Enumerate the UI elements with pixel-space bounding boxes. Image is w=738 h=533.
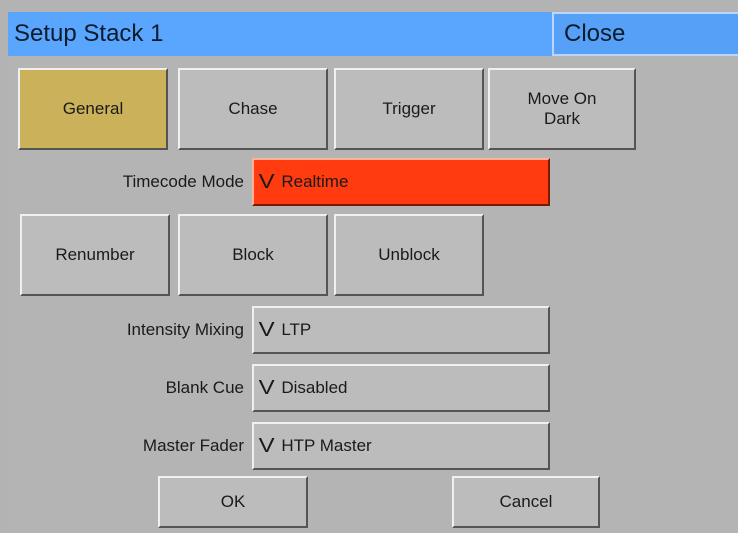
renumber-button-label: Renumber [55, 244, 135, 264]
timecode-mode-label: Timecode Mode [122, 172, 244, 191]
master-fader-dropdown[interactable]: V HTP Master [252, 422, 550, 470]
blank-cue-label: Blank Cue [165, 378, 244, 397]
tab-trigger-label: Trigger [382, 98, 436, 118]
renumber-button[interactable]: Renumber [20, 214, 170, 296]
chevron-down-icon: V [258, 377, 275, 399]
close-button-label: Close [564, 20, 626, 47]
close-button[interactable]: Close [552, 12, 738, 56]
ok-button[interactable]: OK [158, 476, 308, 528]
master-fader-label: Master Fader [142, 436, 244, 455]
intensity-mixing-value: LTP [281, 320, 312, 339]
block-button[interactable]: Block [178, 214, 328, 296]
blank-cue-dropdown[interactable]: V Disabled [252, 364, 550, 412]
block-button-label: Block [232, 244, 274, 264]
tab-trigger[interactable]: Trigger [334, 68, 484, 150]
chevron-down-icon: V [258, 319, 275, 341]
tab-move-on-dark-label: Move On Dark [527, 88, 597, 128]
tab-general-label: General [62, 98, 124, 118]
tab-move-on-dark[interactable]: Move On Dark [488, 68, 636, 150]
intensity-mixing-dropdown[interactable]: V LTP [252, 306, 550, 354]
ok-button-label: OK [220, 491, 246, 511]
tab-chase-label: Chase [228, 98, 278, 118]
tab-chase[interactable]: Chase [178, 68, 328, 150]
intensity-mixing-label: Intensity Mixing [126, 320, 244, 339]
chevron-down-icon: V [258, 171, 275, 193]
timecode-mode-value: Realtime [281, 172, 349, 191]
chevron-down-icon: V [258, 435, 275, 457]
window-title: Setup Stack 1 [14, 20, 164, 47]
timecode-mode-dropdown[interactable]: V Realtime [252, 158, 550, 206]
setup-stack-window: Setup Stack 1 Close General Chase Trigge… [0, 0, 738, 533]
cancel-button[interactable]: Cancel [452, 476, 600, 528]
blank-cue-value: Disabled [281, 378, 348, 397]
unblock-button-label: Unblock [378, 244, 440, 264]
unblock-button[interactable]: Unblock [334, 214, 484, 296]
tab-general[interactable]: General [18, 68, 168, 150]
cancel-button-label: Cancel [499, 491, 553, 511]
master-fader-value: HTP Master [281, 436, 372, 455]
